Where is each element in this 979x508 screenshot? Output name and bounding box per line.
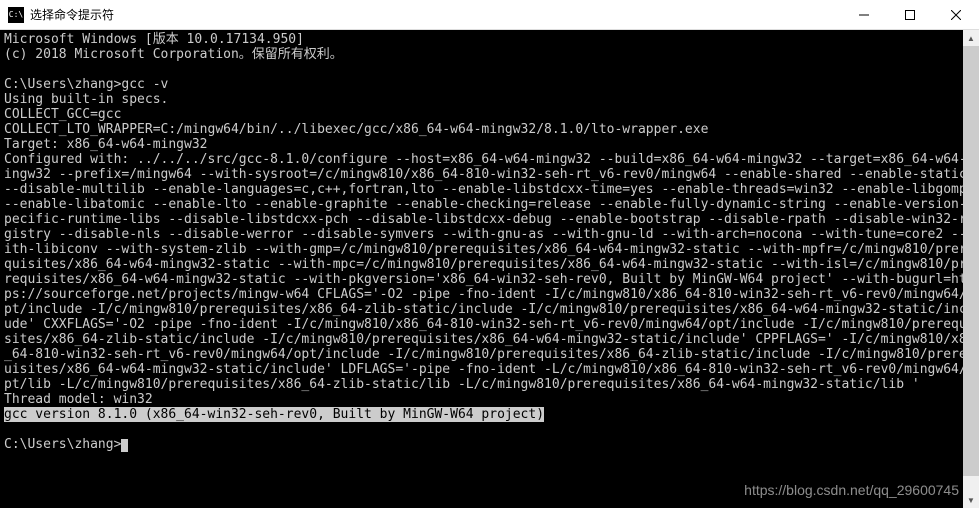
terminal-line <box>4 62 975 77</box>
terminal-prompt: C:\Users\zhang> <box>4 437 975 452</box>
terminal-line-highlighted: gcc version 8.1.0 (x86_64-win32-seh-rev0… <box>4 407 975 422</box>
terminal-line: C:\Users\zhang>gcc -v <box>4 77 975 92</box>
vertical-scrollbar[interactable]: ▲ ▼ <box>963 30 979 508</box>
minimize-button[interactable] <box>841 0 887 29</box>
terminal-output[interactable]: Microsoft Windows [版本 10.0.17134.950](c)… <box>0 30 979 508</box>
scroll-up-arrow[interactable]: ▲ <box>963 30 979 46</box>
terminal-line: COLLECT_GCC=gcc <box>4 107 975 122</box>
window-title: 选择命令提示符 <box>30 6 841 23</box>
window-controls <box>841 0 979 29</box>
terminal-line: Configured with: ../../../src/gcc-8.1.0/… <box>4 152 975 392</box>
terminal-line: (c) 2018 Microsoft Corporation。保留所有权利。 <box>4 47 975 62</box>
window-titlebar: C:\ 选择命令提示符 <box>0 0 979 30</box>
cmd-icon: C:\ <box>8 7 24 23</box>
scrollbar-thumb[interactable] <box>963 46 979 476</box>
terminal-line: Target: x86_64-w64-mingw32 <box>4 137 975 152</box>
maximize-button[interactable] <box>887 0 933 29</box>
cursor <box>121 439 128 452</box>
scroll-down-arrow[interactable]: ▼ <box>963 492 979 508</box>
terminal-line: Using built-in specs. <box>4 92 975 107</box>
terminal-line <box>4 422 975 437</box>
terminal-line: COLLECT_LTO_WRAPPER=C:/mingw64/bin/../li… <box>4 122 975 137</box>
terminal-line: Thread model: win32 <box>4 392 975 407</box>
close-button[interactable] <box>933 0 979 29</box>
terminal-line: Microsoft Windows [版本 10.0.17134.950] <box>4 32 975 47</box>
